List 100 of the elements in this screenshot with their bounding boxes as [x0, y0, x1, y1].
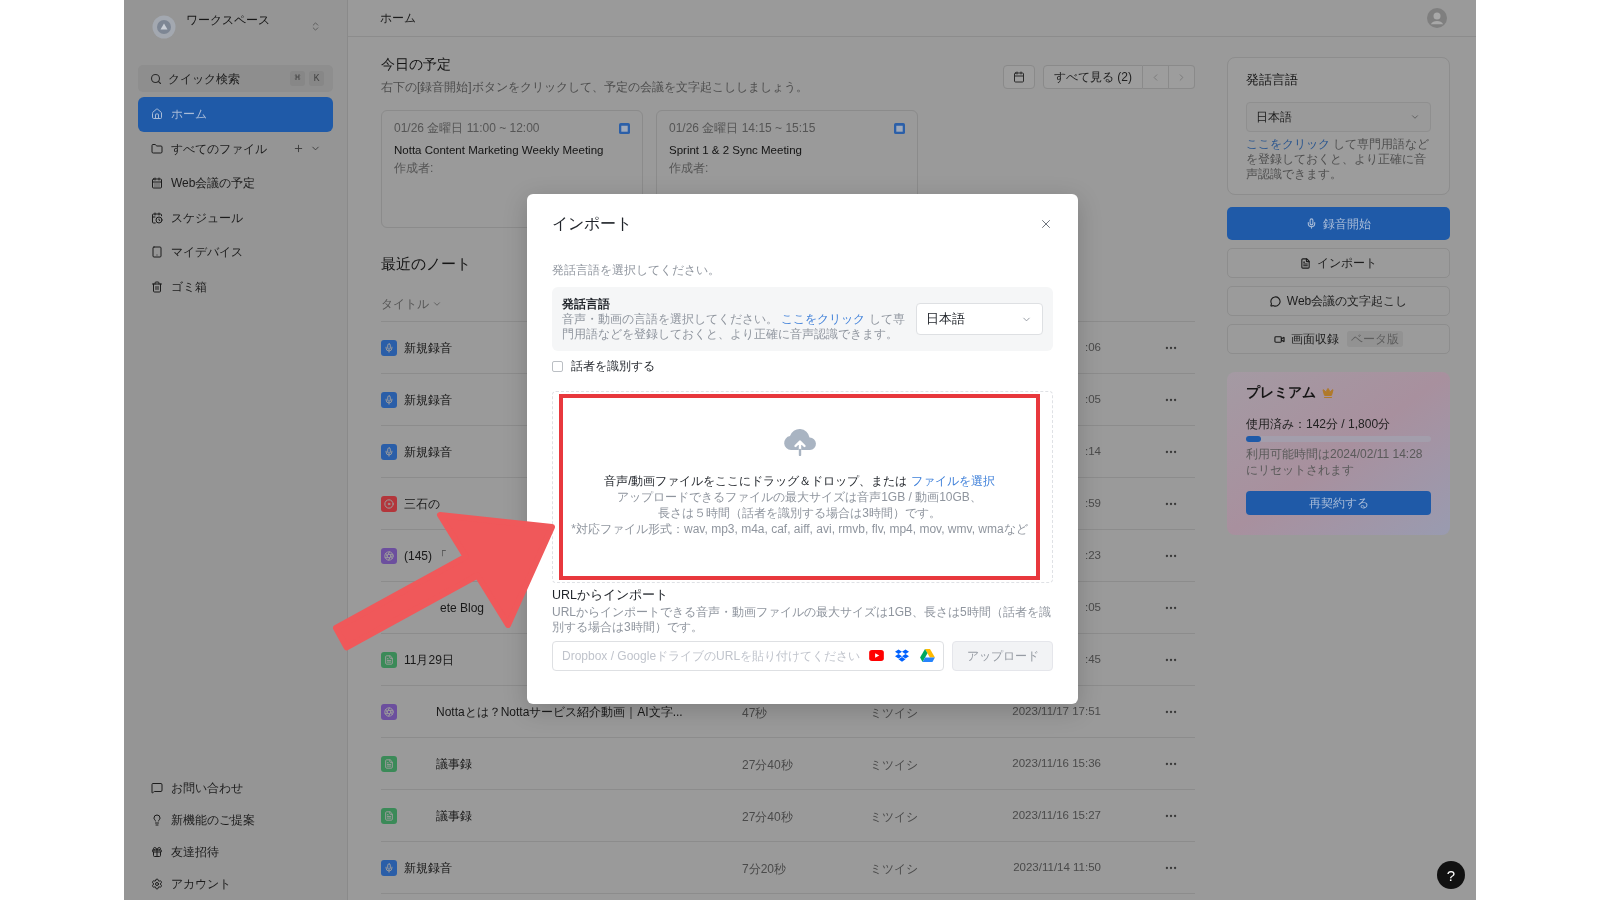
drop-zone[interactable]: 音声/動画ファイルをここにドラッグ＆ドロップ、または ファイルを選択 アップロードできるファイルの最大サイズは音声1GB / 動画10GB、 長さは５時間（話者を識別する場合は3時間）です。 *対応ファイル形式：wav, mp3, m4a, caf, aiff, avi, rmvb, flv, mp4, mov, wmv, wmaなど [552, 391, 1053, 583]
footer-item[interactable]: 友達招待 [138, 836, 333, 868]
settings-icon [151, 878, 163, 890]
web-meeting-button[interactable]: Web会議の文字起こし [1227, 286, 1450, 316]
note-title[interactable]: 11月29日 [404, 652, 454, 667]
record-button[interactable]: 録音開始 [1227, 207, 1450, 240]
date-cell-text: 2023/11/16 15:27 [1012, 807, 1101, 823]
duration-cell: 27分40秒 [742, 809, 793, 824]
note-title[interactable]: ete Blog [440, 600, 485, 615]
quick-search-field[interactable]: クイック検索 ⌘ K [138, 65, 333, 92]
owner-cell: ミツイシ [870, 757, 918, 772]
message-icon [151, 782, 163, 794]
checkbox[interactable] [552, 360, 563, 372]
section-title: 最近のノート [381, 255, 471, 274]
triangle-icon[interactable] [920, 649, 936, 662]
date-cell-text: 2023/11/16 15:36 [1012, 755, 1101, 771]
url-input-field[interactable]: Dropbox / GoogleドライブのURLを貼り付けてください [552, 641, 945, 671]
nav-item[interactable]: マイデバイス [138, 235, 333, 270]
search-icon [150, 72, 162, 85]
checkbox-label: 話者を識別する [571, 358, 655, 375]
note-title[interactable]: 議事録 [436, 756, 472, 771]
plus-icon[interactable] [293, 143, 304, 155]
footer-item[interactable]: お問い合わせ [138, 772, 333, 804]
drop-instruction: 音声/動画ファイルをここにドラッグ＆ドロップ、または ファイルを選択 [604, 473, 995, 489]
chat-bubble-icon [1269, 295, 1281, 307]
drop-note: 長さは５時間（話者を識別する場合は3時間）です。 [658, 505, 941, 521]
date-cell-text: 2023/11/17 17:51 [1012, 703, 1101, 719]
renew-button[interactable]: 再契約する [1246, 491, 1431, 515]
help-link[interactable]: ここをクリック [781, 311, 866, 326]
owner-cell: ミツイシ [870, 861, 918, 876]
footer-item[interactable]: アカウント [138, 868, 333, 900]
shortcut-key: ⌘ [290, 71, 305, 86]
help-text: ここをクリック して専門用語などを登録しておくと、より正確に音声認識できます。 [1246, 137, 1431, 182]
section-title: 今日の予定 [381, 56, 452, 74]
calendar-button[interactable] [1003, 65, 1035, 89]
play-icon[interactable] [869, 650, 885, 661]
nav-item[interactable]: ゴミ箱 [138, 269, 333, 304]
meeting-time: 01/26 金曜日 11:00 ~ 12:00 [394, 120, 540, 136]
import-button[interactable]: インポート [1227, 248, 1450, 278]
calendar-badge-icon [619, 122, 630, 134]
date-cell-text: :05 [1085, 391, 1101, 407]
note-title[interactable]: 新規録音 [404, 392, 452, 407]
language-select[interactable]: 日本語 [1246, 102, 1431, 132]
owner-cell: ミツイシ [870, 809, 918, 824]
view-all-button[interactable]: すべて見る (2) [1043, 65, 1143, 89]
usage-text: 使用済み：142分 / 1,800分 [1246, 416, 1392, 432]
panel-title: 発話言語 [562, 296, 611, 312]
date-cell-text: :45 [1085, 651, 1101, 667]
meeting-title: Notta Content Marketing Weekly Meeting [394, 143, 605, 158]
duration-cell: 7分20秒 [742, 861, 787, 876]
note-title[interactable]: 三石の [404, 496, 440, 511]
breadcrumb: ホーム [380, 10, 416, 27]
home-icon [151, 108, 163, 121]
language-select[interactable]: 日本語 [916, 303, 1043, 335]
chevron-down-icon [432, 299, 442, 309]
folder-icon [151, 142, 163, 155]
crown-icon [1322, 387, 1334, 399]
duration-cell: 27分40秒 [742, 757, 793, 772]
section-subtitle: 右下の[録音開始]ボタンをクリックして、予定の会議を文字起こししましょう。 [381, 79, 808, 95]
footer-item[interactable]: 新機能のご提案 [138, 804, 333, 836]
video-camera-icon [1274, 333, 1285, 345]
section-title: URLからインポート [552, 587, 669, 603]
note-title[interactable]: 議事録 [436, 808, 472, 823]
date-cell-text: :59 [1085, 495, 1101, 511]
meeting-author: 作成者: [669, 160, 710, 176]
panel-description: 音声・動画の言語を選択してください。 ここをクリック して専門用語などを登録しておくと、より正確に音声認識できます。 [562, 311, 906, 342]
lightbulb-icon [151, 814, 163, 826]
prompt-text: 発話言語を選択してください。 [552, 262, 721, 278]
document-icon [1300, 257, 1311, 269]
calendar-clock-icon [151, 211, 163, 224]
card-title: 発話言語 [1246, 71, 1299, 89]
note-title[interactable]: (145) 「 [404, 548, 448, 563]
nav-item[interactable]: スケジュール [138, 200, 333, 235]
nav-item[interactable]: ホーム [138, 97, 333, 132]
close-icon[interactable] [1039, 217, 1053, 231]
diamonds-icon[interactable] [895, 649, 910, 662]
card-title: プレミアム [1246, 384, 1316, 402]
date-cell-text: :05 [1085, 599, 1101, 615]
cloud-upload-icon [781, 428, 818, 456]
url-description: URLからインポートできる音声・動画ファイルの最大サイズは1GB、長さは5時間（話者を識別する場合は3時間）です。 [552, 605, 1052, 635]
drop-note: アップロードできるファイルの最大サイズは音声1GB / 動画10GB、 [617, 489, 982, 505]
note-title[interactable]: Nottaとは？Nottaサービス紹介動画｜AI文字... [436, 704, 683, 719]
meeting-title: Sprint 1 & 2 Sync Meeting [669, 143, 803, 158]
duration-cell: 47秒 [742, 705, 768, 720]
workspace-name[interactable]: ワークスペース [186, 12, 270, 28]
meeting-time: 01/26 金曜日 14:15 ~ 15:15 [669, 120, 816, 136]
date-cell-text: 2023/11/14 11:50 [1013, 859, 1101, 875]
date-cell-text: :23 [1085, 547, 1101, 563]
nav-item[interactable]: Web会議の予定 [138, 166, 333, 201]
chevron-down-icon [1410, 112, 1420, 122]
owner-cell: ミツイシ [870, 705, 918, 720]
logo-icon[interactable] [152, 15, 176, 39]
note-title[interactable]: 新規録音 [404, 444, 452, 459]
note-title[interactable]: 新規録音 [404, 340, 452, 355]
gift-icon [151, 846, 163, 858]
nav-item[interactable]: すべてのファイル [138, 131, 333, 166]
tablet-icon [151, 246, 163, 259]
choose-file-link[interactable]: ファイルを選択 [910, 474, 995, 488]
calendar-icon [1013, 71, 1025, 83]
note-title[interactable]: 新規録音 [404, 860, 452, 875]
